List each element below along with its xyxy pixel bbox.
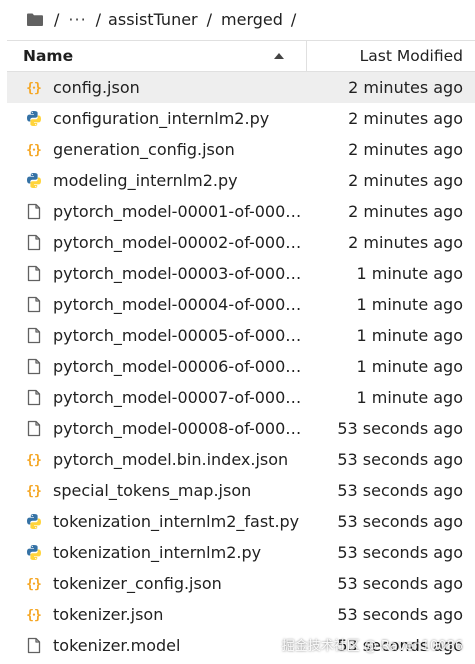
file-row[interactable]: {} generation_config.json 2 minutes ago xyxy=(7,134,475,165)
file-list-header: Name Last Modified xyxy=(7,40,475,72)
file-row[interactable]: pytorch_model-00004-of-0000... 1 minute a… xyxy=(7,289,475,320)
file-row[interactable]: pytorch_model-00008-of-0000... 53 seconds… xyxy=(7,413,475,444)
file-name: modeling_internlm2.py xyxy=(53,171,238,190)
breadcrumb-ellipsis[interactable]: ··· xyxy=(68,10,86,29)
breadcrumb-separator: / xyxy=(206,9,213,29)
json-icon: {} xyxy=(26,484,42,499)
column-header-name-label: Name xyxy=(23,47,74,65)
file-last-modified: 53 seconds ago xyxy=(337,450,463,469)
file-row[interactable]: {} pytorch_model.bin.index.json 53 seconds… xyxy=(7,444,475,475)
sort-ascending-icon xyxy=(274,53,284,59)
file-row[interactable]: pytorch_model-00006-of-0000... 1 minute a… xyxy=(7,351,475,382)
file-last-modified: 53 seconds ago xyxy=(337,543,463,562)
file-last-modified: 53 seconds ago xyxy=(337,605,463,624)
file-list: {}config.json2 minutes agoconfiguration_… xyxy=(7,72,475,661)
file-row[interactable]: pytorch_model-00003-of-0000... 1 minute a… xyxy=(7,258,475,289)
file-icon xyxy=(27,296,41,313)
file-row[interactable]: modeling_internlm2.py 2 minutes ago xyxy=(7,165,475,196)
file-name: configuration_internlm2.py xyxy=(53,109,270,128)
json-icon: {} xyxy=(26,608,42,623)
file-icon xyxy=(27,203,41,220)
file-icon xyxy=(27,358,41,375)
file-last-modified: 53 seconds ago xyxy=(337,512,463,531)
file-icon xyxy=(27,389,41,406)
file-name: tokenizer.model xyxy=(53,636,181,655)
file-name: pytorch_model-00006-of-0000... xyxy=(53,357,309,376)
breadcrumb-folder-assisttuner[interactable]: assistTuner xyxy=(108,10,198,29)
python-icon xyxy=(27,173,41,188)
file-row[interactable]: tokenization_internlm2_fast.py 53 seconds… xyxy=(7,506,475,537)
file-row[interactable]: tokenization_internlm2.py 53 seconds ago xyxy=(7,537,475,568)
watermark: 掘金技术社区 @ Raven10086 xyxy=(281,639,463,654)
column-header-name[interactable]: Name xyxy=(7,41,307,71)
python-icon xyxy=(27,545,41,560)
file-icon xyxy=(27,637,41,654)
file-last-modified: 53 seconds ago xyxy=(337,419,463,438)
file-last-modified: 1 minute ago xyxy=(356,295,463,314)
file-last-modified: 2 minutes ago xyxy=(348,202,463,221)
python-icon xyxy=(27,111,41,126)
file-last-modified: 53 seconds ago xyxy=(337,574,463,593)
file-name: pytorch_model-00002-of-0000... xyxy=(53,233,309,252)
breadcrumb: / ··· / assistTuner / merged / xyxy=(0,0,475,38)
file-name: pytorch_model-00003-of-0000... xyxy=(53,264,309,283)
json-icon: {} xyxy=(26,81,42,96)
file-name: tokenizer.json xyxy=(53,605,164,624)
file-row[interactable]: {} config.json 2 minutes ago xyxy=(7,72,475,103)
file-last-modified: 53 seconds ago xyxy=(337,481,463,500)
file-icon xyxy=(27,327,41,344)
file-last-modified: 2 minutes ago xyxy=(348,171,463,190)
file-name: config.json xyxy=(53,78,140,97)
file-name: generation_config.json xyxy=(53,140,235,159)
file-name: pytorch_model-00001-of-0000... xyxy=(53,202,309,221)
file-row[interactable]: pytorch_model-00001-of-0000... 2 minutes … xyxy=(7,196,475,227)
file-row[interactable]: pytorch_model-00005-of-0000... 1 minute a… xyxy=(7,320,475,351)
file-last-modified: 1 minute ago xyxy=(356,388,463,407)
file-name: pytorch_model-00007-of-0000... xyxy=(53,388,309,407)
breadcrumb-separator: / xyxy=(54,9,60,29)
file-row[interactable]: {} tokenizer_config.json 53 seconds ago xyxy=(7,568,475,599)
file-last-modified: 1 minute ago xyxy=(356,264,463,283)
file-row[interactable]: pytorch_model-00007-of-0000... 1 minute a… xyxy=(7,382,475,413)
column-header-last-modified[interactable]: Last Modified xyxy=(307,47,475,65)
file-row[interactable]: configuration_internlm2.py 2 minutes ago xyxy=(7,103,475,134)
file-name: pytorch_model-00005-of-0000... xyxy=(53,326,309,345)
python-icon xyxy=(27,514,41,529)
breadcrumb-separator: / xyxy=(290,9,297,29)
file-name: tokenizer_config.json xyxy=(53,574,222,593)
file-name: pytorch_model-00008-of-0000... xyxy=(53,419,309,438)
file-name: tokenization_internlm2.py xyxy=(53,543,262,562)
file-last-modified: 2 minutes ago xyxy=(348,233,463,252)
json-icon: {} xyxy=(26,577,42,592)
json-icon: {} xyxy=(26,453,42,468)
file-name: tokenization_internlm2_fast.py xyxy=(53,512,300,531)
folder-icon[interactable] xyxy=(26,12,44,27)
file-last-modified: 1 minute ago xyxy=(356,357,463,376)
file-last-modified: 2 minutes ago xyxy=(348,109,463,128)
file-row[interactable]: {} tokenizer.json 53 seconds ago xyxy=(7,599,475,630)
file-name: pytorch_model-00004-of-0000... xyxy=(53,295,309,314)
file-icon xyxy=(27,234,41,251)
file-icon xyxy=(27,420,41,437)
file-row[interactable]: pytorch_model-00002-of-0000... 2 minutes … xyxy=(7,227,475,258)
file-last-modified: 1 minute ago xyxy=(356,326,463,345)
json-icon: {} xyxy=(26,143,42,158)
breadcrumb-separator: / xyxy=(95,9,102,29)
file-name: special_tokens_map.json xyxy=(53,481,252,500)
file-name: pytorch_model.bin.index.json xyxy=(53,450,289,469)
file-row[interactable]: {} special_tokens_map.json 53 seconds ago xyxy=(7,475,475,506)
file-icon xyxy=(27,265,41,282)
file-last-modified: 2 minutes ago xyxy=(348,78,463,97)
file-last-modified: 2 minutes ago xyxy=(348,140,463,159)
breadcrumb-folder-merged[interactable]: merged xyxy=(221,10,283,29)
